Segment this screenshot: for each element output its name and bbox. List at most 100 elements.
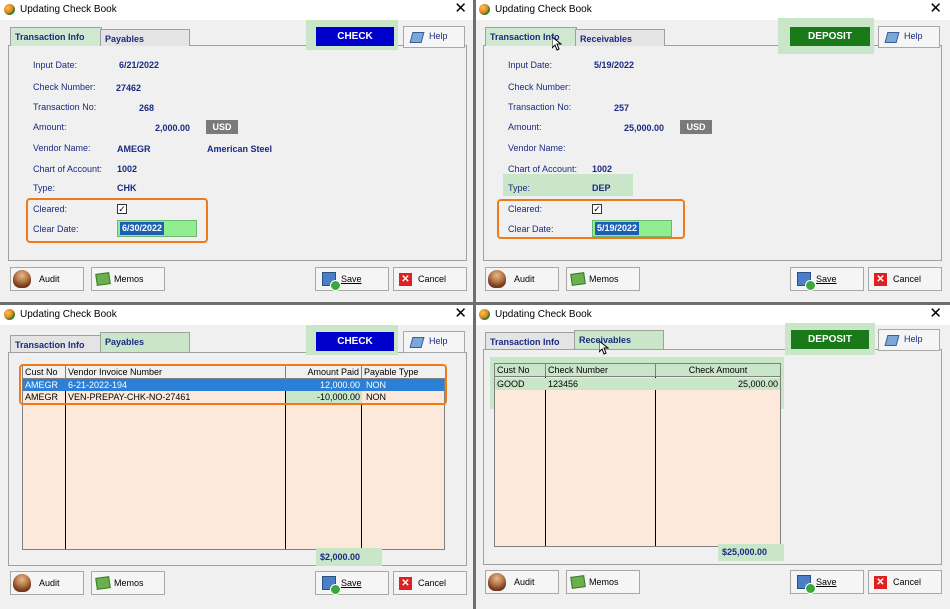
help-button[interactable]: Help: [878, 329, 940, 351]
save-disk-icon: [797, 575, 816, 594]
amount-value: 25,000.00: [624, 123, 665, 133]
save-label: Save: [341, 274, 362, 284]
tab-receivables[interactable]: Receivables: [575, 29, 665, 46]
save-button[interactable]: Save: [790, 570, 864, 594]
audit-label: Audit: [39, 578, 60, 588]
deposit-window-receivables: Updating Check Book ✕ Transaction Info R…: [475, 305, 950, 609]
help-button[interactable]: Help: [403, 331, 465, 353]
help-book-icon: [409, 32, 425, 43]
cancel-x-icon: ✕: [399, 577, 412, 590]
col-header-check-number[interactable]: Check Number: [546, 364, 656, 377]
window-title: Updating Check Book: [495, 4, 592, 15]
window-title: Updating Check Book: [20, 309, 117, 320]
table-row[interactable]: GOOD 123456 25,000.00: [495, 378, 780, 390]
type-value: DEP: [592, 183, 611, 193]
cancel-label: Cancel: [418, 274, 447, 284]
cleared-label: Cleared:: [508, 204, 543, 214]
type-label: Type:: [508, 183, 531, 193]
audit-button[interactable]: Audit: [10, 571, 84, 595]
transaction-no-label: Transaction No:: [33, 102, 97, 112]
currency-badge: USD: [206, 120, 238, 134]
memos-button[interactable]: Memos: [91, 267, 165, 291]
help-book-icon: [884, 32, 900, 43]
cancel-x-icon: ✕: [399, 273, 412, 286]
close-icon[interactable]: ✕: [454, 306, 467, 321]
input-date-label: Input Date:: [508, 60, 553, 70]
tab-receivables[interactable]: Receivables: [574, 330, 664, 349]
auditor-icon: [488, 573, 506, 591]
chart-of-account-value: 1002: [592, 164, 613, 174]
title-bar: Updating Check Book ✕: [475, 0, 950, 20]
cleared-label: Cleared:: [33, 204, 68, 214]
transaction-no-label: Transaction No:: [508, 102, 572, 112]
check-window-transaction-info: Updating Check Book ✕ Transaction Info P…: [0, 0, 475, 304]
deposit-badge: DEPOSIT: [790, 27, 870, 46]
cancel-button[interactable]: ✕ Cancel: [393, 571, 467, 595]
amount-label: Amount:: [508, 122, 542, 132]
memo-icon: [95, 272, 111, 286]
grid-column-line: [545, 364, 546, 546]
col-header-check-amount[interactable]: Check Amount: [656, 364, 780, 377]
currency-badge: USD: [680, 120, 712, 134]
clear-date-value: 6/30/2022: [120, 222, 165, 235]
chart-of-account-label: Chart of Account:: [33, 164, 103, 174]
save-label: Save: [341, 578, 362, 588]
close-icon[interactable]: ✕: [454, 1, 467, 16]
input-date-label: Input Date:: [33, 60, 78, 70]
save-button[interactable]: Save: [790, 267, 864, 291]
cancel-x-icon: ✕: [874, 576, 887, 589]
cancel-button[interactable]: ✕ Cancel: [868, 267, 942, 291]
save-button[interactable]: Save: [315, 571, 389, 595]
cell-check-amount: 25,000.00: [737, 379, 778, 389]
grid-column-line: [655, 364, 656, 546]
help-button[interactable]: Help: [878, 26, 940, 48]
cancel-label: Cancel: [893, 577, 922, 587]
app-icon: [479, 4, 490, 15]
window-divider-horizontal: [0, 302, 950, 305]
memos-button[interactable]: Memos: [566, 267, 640, 291]
clear-date-field[interactable]: 6/30/2022: [117, 220, 197, 237]
help-label: Help: [429, 336, 448, 346]
check-number-label: Check Number:: [508, 82, 571, 92]
app-icon: [4, 4, 15, 15]
save-disk-icon: [322, 576, 341, 595]
input-date-value: 5/19/2022: [594, 60, 635, 70]
tab-payables[interactable]: Payables: [100, 29, 190, 46]
memos-button[interactable]: Memos: [91, 571, 165, 595]
deposit-window-transaction-info: Updating Check Book ✕ Transaction Info R…: [475, 0, 950, 304]
save-button[interactable]: Save: [315, 267, 389, 291]
audit-button[interactable]: Audit: [485, 570, 559, 594]
type-label: Type:: [33, 183, 56, 193]
tab-payables[interactable]: Payables: [100, 332, 190, 352]
col-header-cust-no[interactable]: Cust No: [495, 364, 546, 377]
close-icon[interactable]: ✕: [929, 1, 942, 16]
audit-label: Audit: [39, 274, 60, 284]
help-book-icon: [884, 335, 900, 346]
tab-transaction-info[interactable]: Transaction Info: [10, 335, 102, 352]
audit-button[interactable]: Audit: [10, 267, 84, 291]
chart-of-account-value: 1002: [117, 164, 138, 174]
window-title: Updating Check Book: [20, 4, 117, 15]
vendor-code-value: AMEGR: [117, 144, 151, 154]
mouse-cursor-icon: [552, 37, 562, 51]
cancel-button[interactable]: ✕ Cancel: [868, 570, 942, 594]
title-bar: Updating Check Book ✕: [0, 305, 475, 325]
window-title: Updating Check Book: [495, 309, 592, 320]
tab-transaction-info[interactable]: Transaction Info: [485, 27, 577, 46]
memos-button[interactable]: Memos: [566, 570, 640, 594]
help-button[interactable]: Help: [403, 26, 465, 48]
title-bar: Updating Check Book ✕: [0, 0, 475, 20]
tab-transaction-info[interactable]: Transaction Info: [10, 27, 102, 46]
save-label: Save: [816, 274, 837, 284]
cancel-button[interactable]: ✕ Cancel: [393, 267, 467, 291]
clear-date-field[interactable]: 5/19/2022: [592, 220, 672, 237]
amount-total: $25,000.00: [718, 544, 784, 561]
cleared-checkbox[interactable]: ✓: [592, 204, 602, 214]
rows-callout: [19, 364, 447, 405]
tab-transaction-info[interactable]: Transaction Info: [485, 332, 577, 349]
memo-icon: [570, 575, 586, 589]
audit-button[interactable]: Audit: [485, 267, 559, 291]
mouse-cursor-icon: [599, 341, 609, 355]
cleared-checkbox[interactable]: ✓: [117, 204, 127, 214]
close-icon[interactable]: ✕: [929, 306, 942, 321]
